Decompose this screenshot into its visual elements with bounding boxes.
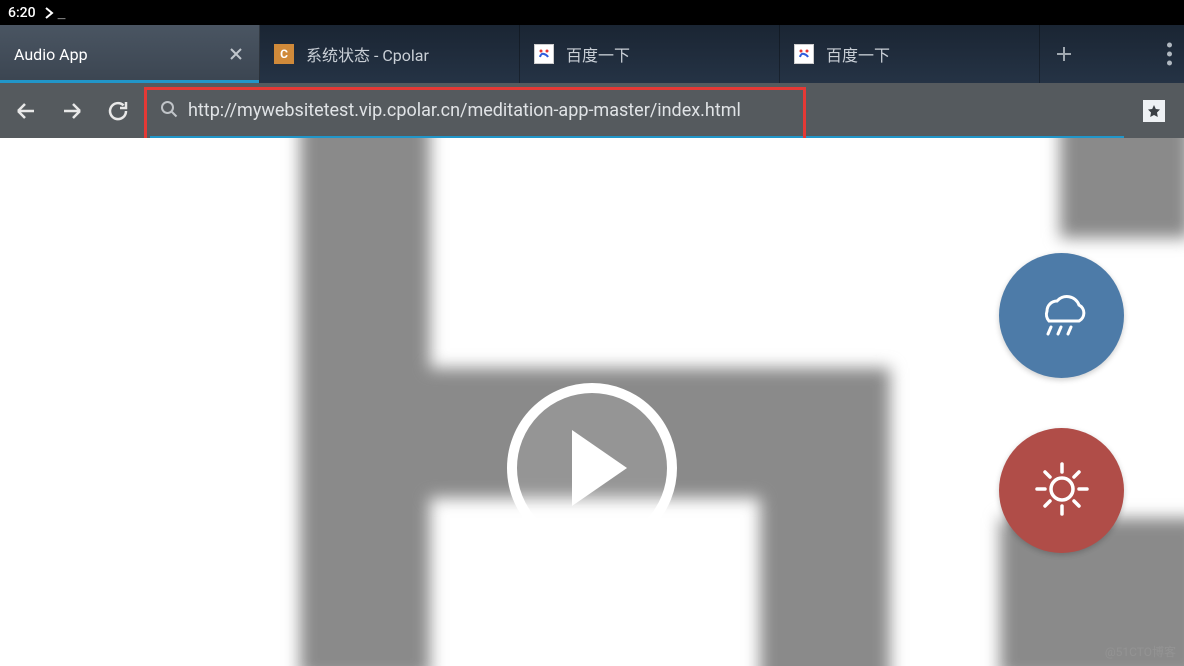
favicon-baidu-icon [794,44,814,64]
play-icon [558,430,627,506]
tab-label: Audio App [14,45,215,64]
url-input[interactable] [188,100,1114,121]
forward-button[interactable] [52,91,92,131]
android-status-bar: 6:20 _ [0,0,1184,25]
watermark-text: @51CTO博客 [1105,643,1176,660]
url-bar-container [150,93,1124,129]
timer-display: 10:0 [534,568,650,639]
sun-icon [1027,454,1097,528]
page-content: 10:0 @51CTO博客 [0,138,1184,666]
status-time: 6:20 [8,5,36,21]
tab-label: 百度一下 [826,42,1025,66]
kebab-menu-button[interactable] [1167,43,1172,66]
browser-tab-strip: Audio App C 系统状态 - Cpolar 百度一下 百度一下 [0,25,1184,83]
weather-sound-button[interactable] [999,253,1124,378]
tab-audio-app[interactable]: Audio App [0,25,260,83]
url-bar[interactable] [150,93,1124,129]
favicon-baidu-icon [534,44,554,64]
status-chevron-icon: _ [44,5,66,20]
close-icon[interactable] [227,45,245,63]
search-icon [160,100,178,122]
favicon-cpolar-icon: C [274,44,294,64]
sunny-sound-button[interactable] [999,428,1124,553]
reload-button[interactable] [98,91,138,131]
tab-label: 百度一下 [566,42,765,66]
bookmark-button[interactable] [1134,91,1174,131]
bookmark-star-icon [1143,100,1165,122]
tab-label: 系统状态 - Cpolar [306,42,505,66]
play-button[interactable] [507,383,677,553]
browser-nav-bar [0,83,1184,138]
new-tab-button[interactable] [1040,25,1088,83]
tab-baidu-2[interactable]: 百度一下 [780,25,1040,83]
rain-cloud-icon [1027,279,1097,353]
back-button[interactable] [6,91,46,131]
tab-cpolar[interactable]: C 系统状态 - Cpolar [260,25,520,83]
tab-baidu-1[interactable]: 百度一下 [520,25,780,83]
